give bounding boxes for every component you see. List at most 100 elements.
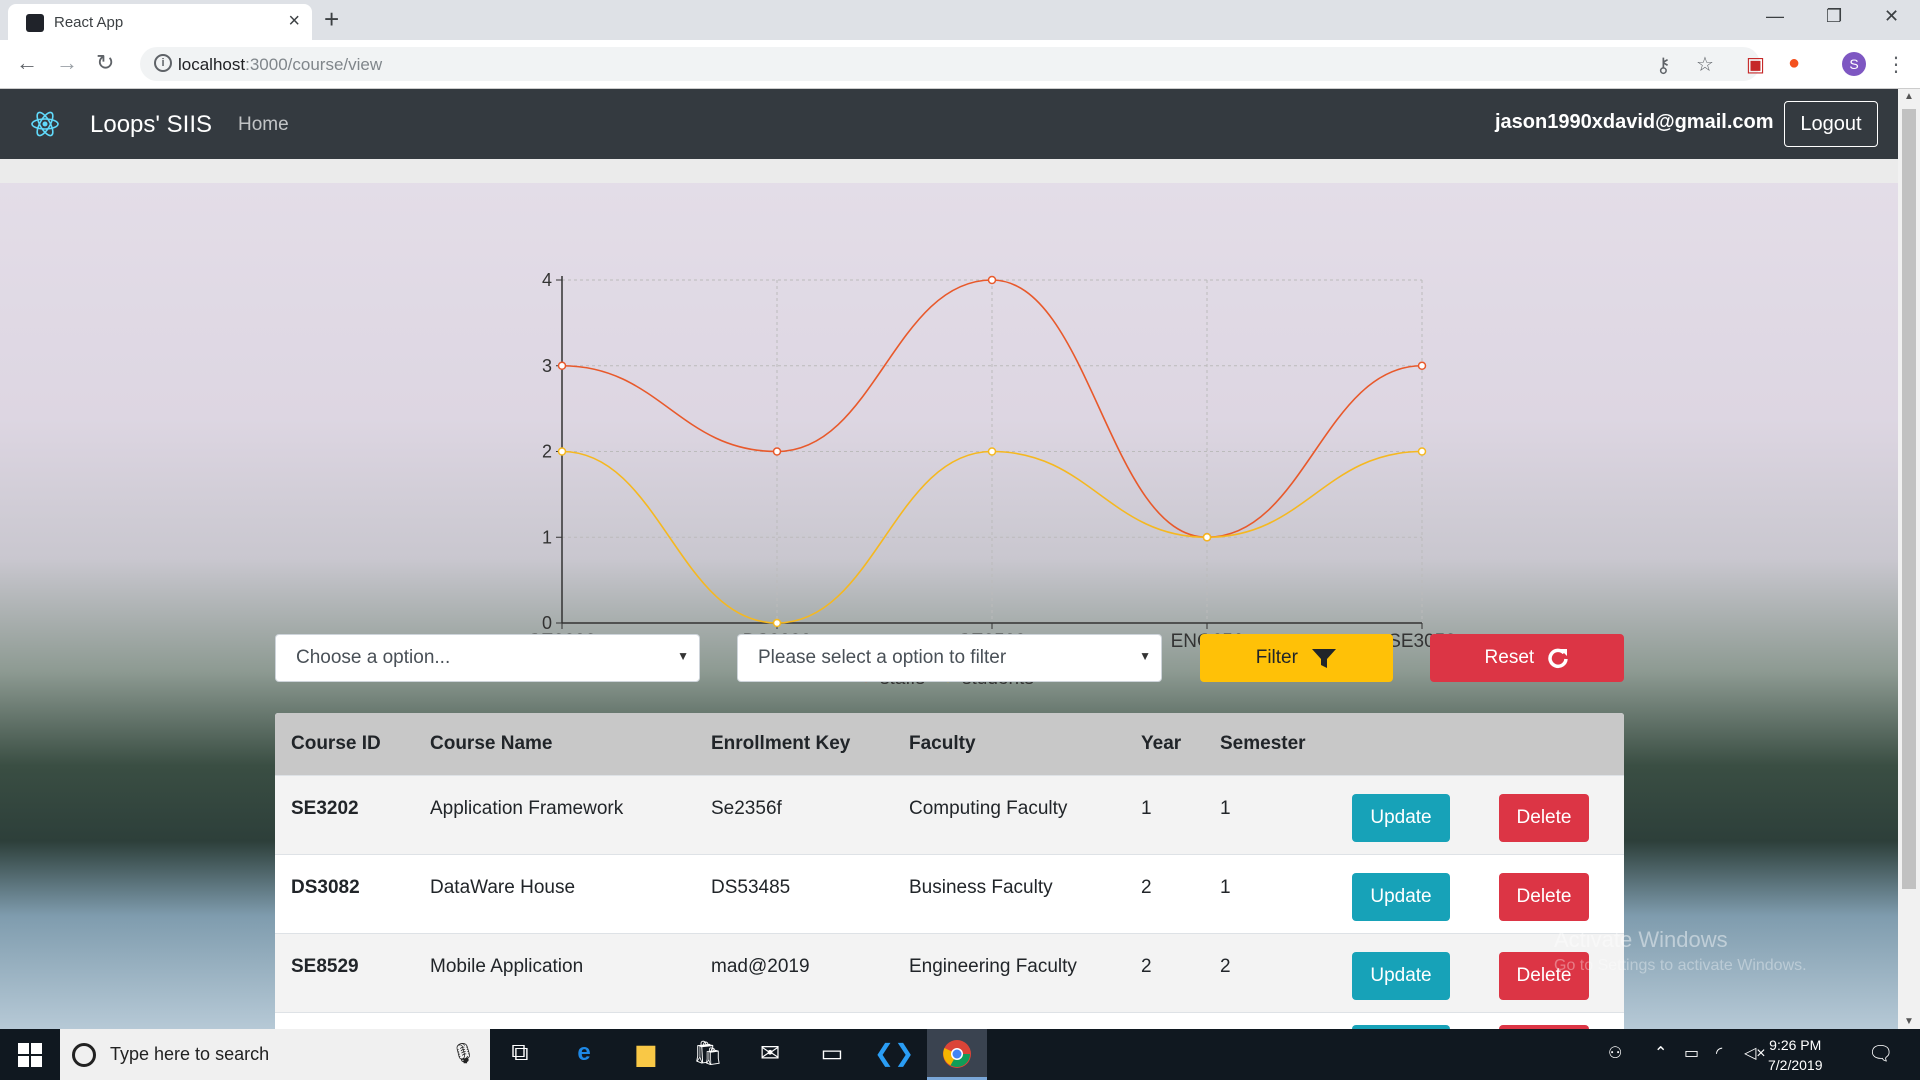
mail-icon[interactable]: ✉ [750, 1039, 790, 1071]
y-tick-label: 0 [542, 613, 552, 633]
nav-home-link[interactable]: Home [238, 114, 289, 136]
terminal-icon[interactable]: ▭ [812, 1039, 852, 1071]
profile-avatar[interactable]: S [1842, 52, 1866, 76]
cell-faculty: Engineering Faculty [909, 956, 1077, 977]
address-bar[interactable]: i localhost:3000/course/view ⚷ ☆ [140, 47, 1760, 81]
restore-icon[interactable]: ❐ [1826, 6, 1842, 27]
update-button[interactable]: Update [1352, 794, 1450, 842]
update-button[interactable]: Update [1352, 952, 1450, 1000]
taskbar-clock[interactable]: 9:26 PM 7/2/2019 [1768, 1035, 1823, 1075]
cell-course-id: SE8529 [291, 956, 359, 977]
key-icon[interactable]: ⚷ [1656, 53, 1671, 78]
extension-icon[interactable]: ● [1788, 52, 1800, 75]
course-table: Course ID Course Name Enrollment Key Fac… [275, 713, 1624, 1029]
window-close-icon[interactable]: ✕ [1884, 6, 1899, 27]
y-tick-label: 2 [542, 442, 552, 462]
store-icon[interactable]: 🛍 [688, 1039, 728, 1071]
cell-semester: 2 [1220, 956, 1231, 977]
browser-toolbar: ← → ↻ i localhost:3000/course/view ⚷ ☆ ▣… [0, 40, 1920, 89]
logout-button[interactable]: Logout [1784, 101, 1878, 147]
filter-select-value: Please select a option to filter [758, 647, 1007, 668]
browser-tab[interactable]: React App × [8, 4, 312, 40]
filter-button-label: Filter [1255, 647, 1298, 668]
reset-button-label: Reset [1484, 647, 1535, 668]
reload-icon[interactable]: ↻ [96, 50, 114, 76]
vscode-icon[interactable]: ❮❯ [874, 1039, 914, 1071]
browser-tab-strip: React App × + — ❐ ✕ [0, 0, 1920, 40]
option-select[interactable]: Choose a option... ▼ [275, 634, 700, 682]
site-info-icon[interactable]: i [154, 54, 172, 72]
data-point-students [772, 618, 782, 628]
col-course-name: Course Name [430, 733, 553, 754]
app-navbar: Loops' SIIS Home jason1990xdavid@gmail.c… [0, 89, 1898, 159]
cell-course-id: SE3202 [291, 798, 359, 819]
cell-course-name: DataWare House [430, 877, 576, 898]
cell-year: 2 [1141, 956, 1152, 977]
extension-pocket-icon[interactable]: ▣ [1746, 52, 1765, 77]
cell-year: 2 [1141, 877, 1152, 898]
tab-title: React App [54, 14, 124, 31]
wifi-icon[interactable]: ◜ [1716, 1043, 1722, 1063]
cell-course-id: DS3082 [291, 877, 360, 898]
activation-watermark: Activate Windows [1554, 927, 1728, 952]
battery-icon[interactable]: ▭ [1684, 1043, 1699, 1063]
scroll-up-icon[interactable]: ▲ [1904, 91, 1914, 102]
windows-taskbar: Type here to search 🎙 ⧉ e ▆ 🛍 ✉ ▭ ❮❯ ⚇ ⌃… [0, 1029, 1920, 1080]
bookmark-star-icon[interactable]: ☆ [1696, 52, 1714, 77]
tray-chevron-icon[interactable]: ⌃ [1654, 1043, 1667, 1063]
cell-enrollment-key: Se2356f [711, 798, 782, 819]
forward-icon[interactable]: → [56, 50, 78, 76]
taskbar-search[interactable]: Type here to search 🎙 [60, 1029, 490, 1080]
notifications-icon[interactable]: 🗨 [1868, 1041, 1893, 1066]
windows-start-icon[interactable] [18, 1043, 42, 1067]
cell-course-name: Mobile Application [430, 956, 584, 977]
filter-select[interactable]: Please select a option to filter ▼ [737, 634, 1162, 682]
user-email: jason1990xdavid@gmail.com [1495, 111, 1774, 133]
cell-faculty: Computing Faculty [909, 798, 1068, 819]
page-viewport: Loops' SIIS Home jason1990xdavid@gmail.c… [0, 89, 1898, 1029]
navbar-divider [0, 159, 1898, 183]
table-row [275, 1012, 1624, 1029]
table-row: SE8529 Mobile Application mad@2019 Engin… [275, 933, 1624, 1012]
people-icon[interactable]: ⚇ [1608, 1043, 1622, 1063]
cell-faculty: Business Faculty [909, 877, 1053, 898]
file-explorer-icon[interactable]: ▆ [626, 1039, 666, 1071]
data-point-staffs [772, 447, 782, 456]
activation-watermark-sub: Go to Settings to activate Windows. [1554, 957, 1807, 974]
volume-muted-icon[interactable]: ◁× [1744, 1043, 1766, 1063]
table-header: Course ID Course Name Enrollment Key Fac… [275, 713, 1624, 775]
refresh-icon [1548, 648, 1569, 669]
cell-year: 1 [1141, 798, 1152, 819]
page-scrollbar[interactable]: ▲ ▼ [1898, 89, 1920, 1029]
delete-button[interactable]: Delete [1499, 794, 1589, 842]
funnel-icon [1312, 648, 1337, 668]
minimize-icon[interactable]: — [1766, 6, 1784, 27]
filter-button[interactable]: Filter [1200, 634, 1393, 682]
chevron-down-icon: ▼ [1139, 649, 1151, 663]
chrome-taskbar-item[interactable] [927, 1029, 987, 1080]
scroll-down-icon[interactable]: ▼ [1904, 1016, 1914, 1027]
tab-close-icon[interactable]: × [288, 10, 300, 33]
brand-title[interactable]: Loops' SIIS [90, 111, 212, 139]
url-host: localhost [178, 55, 246, 74]
data-point-staffs [1417, 361, 1427, 370]
microphone-icon[interactable]: 🎙 [451, 1041, 476, 1066]
task-view-icon[interactable]: ⧉ [500, 1039, 540, 1071]
clock-date: 7/2/2019 [1768, 1057, 1823, 1073]
back-icon[interactable]: ← [16, 50, 38, 76]
update-button[interactable]: Update [1352, 873, 1450, 921]
reset-button[interactable]: Reset [1430, 634, 1624, 682]
data-point-students [1202, 533, 1212, 542]
delete-button[interactable]: Delete [1499, 873, 1589, 921]
menu-kebab-icon[interactable]: ⋮ [1886, 52, 1906, 77]
react-logo-icon[interactable] [30, 109, 60, 139]
new-tab-icon[interactable]: + [324, 4, 339, 35]
y-tick-label: 1 [542, 527, 552, 547]
cell-semester: 1 [1220, 877, 1231, 898]
edge-icon[interactable]: e [564, 1039, 604, 1071]
table-row: DS3082 DataWare House DS53485 Business F… [275, 854, 1624, 933]
react-favicon-icon [26, 14, 44, 32]
course-line-chart: 01234SE3202DS3082SE8529ENG656SE3052 staf… [528, 270, 1456, 689]
col-faculty: Faculty [909, 733, 976, 754]
scroll-thumb[interactable] [1902, 109, 1916, 889]
